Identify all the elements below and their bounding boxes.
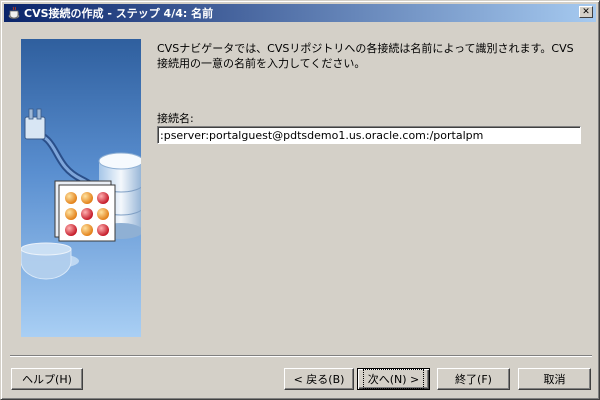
window-title: CVS接続の作成 - ステップ 4/4: 名前 xyxy=(24,7,214,20)
cancel-button[interactable]: 取消 xyxy=(518,368,591,390)
finish-button[interactable]: 終了(F) xyxy=(437,368,510,390)
close-button[interactable]: ✕ xyxy=(579,6,593,18)
step-description: CVSナビゲータでは、CVSリポジトリへの各接続は名前によって識別されます。CV… xyxy=(157,42,574,70)
help-button[interactable]: ヘルプ(H) xyxy=(11,368,83,390)
coffee-cup-icon xyxy=(8,6,20,19)
wizard-dialog: CVS接続の作成 - ステップ 4/4: 名前 ✕ CVSナビゲータでは、CVS… xyxy=(0,0,600,400)
button-separator xyxy=(10,355,592,357)
close-icon: ✕ xyxy=(582,7,590,17)
title-bar[interactable]: CVS接続の作成 - ステップ 4/4: 名前 ✕ xyxy=(4,4,596,22)
next-button[interactable]: 次へ(N) > xyxy=(357,368,430,390)
wizard-illustration xyxy=(21,39,141,337)
project-files-icon xyxy=(54,180,116,242)
connection-name-label: 接続名: xyxy=(157,112,194,125)
connection-name-input[interactable] xyxy=(157,126,581,144)
back-button[interactable]: < 戻る(B) xyxy=(284,368,354,390)
